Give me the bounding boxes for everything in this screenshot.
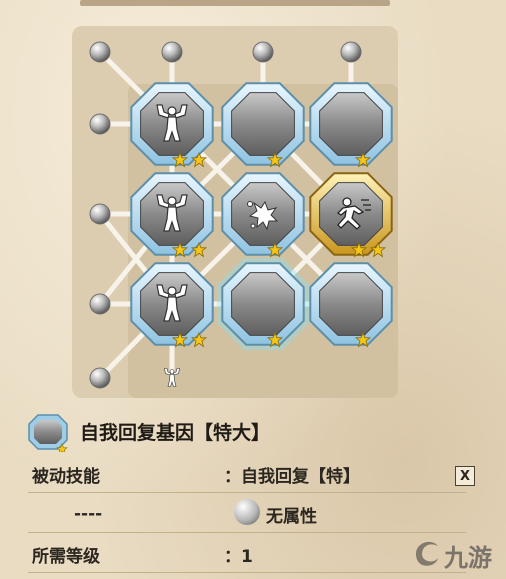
close-button[interactable]: X <box>455 466 475 486</box>
element-label: ---- <box>74 504 103 524</box>
gene-node-r3-c1[interactable] <box>130 262 214 347</box>
gene-node-r1-c1[interactable] <box>130 82 214 167</box>
swirl-icon <box>416 541 438 566</box>
element-value: 无属性 <box>266 507 317 527</box>
gene-node-r3-c3[interactable] <box>309 262 393 347</box>
connector-node <box>161 41 183 63</box>
gene-node-r2-c2[interactable] <box>221 172 305 257</box>
watermark-text: 九游 <box>444 544 492 572</box>
skill-name: 自我回复基因【特大】 <box>80 422 271 444</box>
connector-node <box>89 367 111 389</box>
gene-node-r1-c2[interactable] <box>221 82 305 167</box>
connector-node <box>252 41 274 63</box>
skill-type-row: 被动技能 ：自我回复【特】 <box>28 456 466 493</box>
level-row: 所需等级 ：1 <box>28 536 466 573</box>
level-label: 所需等级 <box>32 547 100 567</box>
gene-node-r3-c2[interactable] <box>216 257 310 351</box>
gene-gem-icon <box>28 414 68 452</box>
watermark-logo: 九游 <box>410 532 500 576</box>
small-muscle-icon <box>164 368 180 387</box>
connector-node <box>89 113 111 135</box>
skill-type-value: ：自我回复【特】 <box>224 467 360 487</box>
skill-type-label: 被动技能 <box>32 467 100 487</box>
connector-node <box>89 203 111 225</box>
neutral-element-icon <box>234 499 260 525</box>
gene-node-r1-c3[interactable] <box>309 82 393 167</box>
element-row: ---- 无属性 <box>28 496 466 533</box>
gene-node-r2-c3[interactable] <box>309 172 393 257</box>
connector-node <box>89 41 111 63</box>
connector-node <box>340 41 362 63</box>
level-value: ：1 <box>224 547 253 567</box>
connector-node <box>89 293 111 315</box>
gene-node-r2-c1[interactable] <box>130 172 214 257</box>
